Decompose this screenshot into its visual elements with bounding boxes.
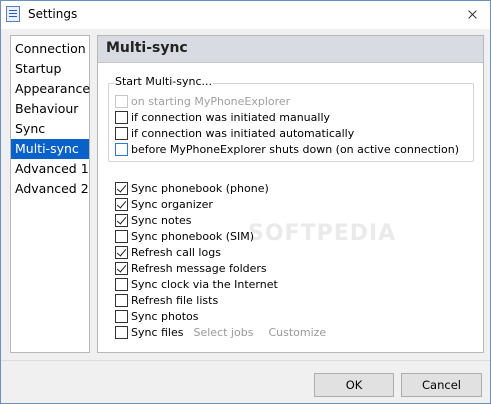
sync-item-files[interactable]: Sync files Select jobs Customize [115, 325, 326, 339]
window-title: Settings [28, 7, 78, 21]
sync-item-checkbox[interactable] [115, 325, 128, 339]
nav-item-behaviour[interactable]: Behaviour [11, 99, 89, 119]
sync-item-checkbox[interactable] [115, 261, 128, 275]
settings-window: Settings Connection Startup Appearance B… [0, 0, 491, 404]
sync-item-label: Sync files [131, 325, 184, 339]
sync-item-label: Sync phonebook (phone) [131, 181, 269, 195]
sync-item-checkbox[interactable] [115, 245, 128, 259]
sync-item-label: Sync phonebook (SIM) [131, 229, 255, 243]
nav-item-advanced-1[interactable]: Advanced 1 [11, 159, 89, 179]
start-option-checkbox [115, 94, 128, 108]
start-option-checkbox[interactable] [115, 110, 128, 124]
sync-item-label: Refresh message folders [131, 261, 267, 275]
sync-item-label: Sync notes [131, 213, 192, 227]
customize-link[interactable]: Customize [268, 326, 326, 339]
start-option-checkbox[interactable] [115, 126, 128, 140]
sync-item-checkbox[interactable] [115, 197, 128, 211]
start-option-shutdown[interactable]: before MyPhoneExplorer shuts down (on ac… [115, 142, 459, 156]
sync-item-organizer[interactable]: Sync organizer [115, 197, 213, 211]
start-option-automatic[interactable]: if connection was initiated automaticall… [115, 126, 354, 140]
start-option-label: if connection was initiated automaticall… [131, 126, 355, 140]
title-bar[interactable]: Settings [1, 1, 490, 29]
sync-item-label: Refresh file lists [131, 293, 219, 307]
start-option-on-starting: on starting MyPhoneExplorer [115, 94, 290, 108]
sync-item-checkbox[interactable] [115, 309, 128, 323]
dialog-footer: OK Cancel [1, 360, 490, 403]
sync-item-checkbox[interactable] [115, 277, 128, 291]
sync-item-checkbox[interactable] [115, 229, 128, 243]
panel-header: Multi-sync [98, 36, 483, 63]
panel-title: Multi-sync [106, 40, 188, 56]
start-option-manual[interactable]: if connection was initiated manually [115, 110, 330, 124]
start-option-label: if connection was initiated manually [131, 110, 331, 124]
softpedia-watermark: SOFTPEDIA [248, 221, 397, 246]
select-jobs-link[interactable]: Select jobs [194, 326, 254, 339]
sync-item-phonebook-phone[interactable]: Sync phonebook (phone) [115, 181, 269, 195]
settings-panel: Multi-sync Start Multi-sync... on starti… [97, 35, 484, 353]
start-option-checkbox[interactable] [115, 142, 128, 156]
nav-item-sync[interactable]: Sync [11, 119, 89, 139]
nav-item-appearance[interactable]: Appearance [11, 79, 90, 99]
nav-item-advanced-2[interactable]: Advanced 2 [11, 179, 89, 199]
nav-item-startup[interactable]: Startup [11, 59, 89, 79]
sync-item-notes[interactable]: Sync notes [115, 213, 192, 227]
sync-item-phonebook-sim[interactable]: Sync phonebook (SIM) [115, 229, 254, 243]
ok-button[interactable]: OK [314, 373, 394, 397]
start-option-label: before MyPhoneExplorer shuts down (on ac… [131, 142, 459, 156]
sync-item-call-logs[interactable]: Refresh call logs [115, 245, 221, 259]
settings-category-list: Connection Startup Appearance Behaviour … [10, 35, 90, 353]
sync-item-label: Sync organizer [131, 197, 213, 211]
sync-item-photos[interactable]: Sync photos [115, 309, 198, 323]
sync-item-label: Sync photos [131, 309, 199, 323]
sync-item-checkbox[interactable] [115, 181, 128, 195]
nav-item-multi-sync[interactable]: Multi-sync [11, 139, 89, 159]
settings-app-icon [6, 6, 20, 22]
close-icon[interactable] [454, 1, 490, 29]
sync-item-label: Refresh call logs [131, 245, 221, 259]
sync-item-label: Sync clock via the Internet [131, 277, 278, 291]
sync-item-clock[interactable]: Sync clock via the Internet [115, 277, 278, 291]
start-option-label: on starting MyPhoneExplorer [131, 94, 291, 108]
nav-item-connection[interactable]: Connection [11, 39, 89, 59]
sync-item-message-folders[interactable]: Refresh message folders [115, 261, 267, 275]
start-multi-sync-group-title: Start Multi-sync... [114, 75, 213, 88]
sync-item-checkbox[interactable] [115, 293, 128, 307]
cancel-button[interactable]: Cancel [401, 373, 482, 397]
sync-item-file-lists[interactable]: Refresh file lists [115, 293, 218, 307]
sync-item-checkbox[interactable] [115, 213, 128, 227]
